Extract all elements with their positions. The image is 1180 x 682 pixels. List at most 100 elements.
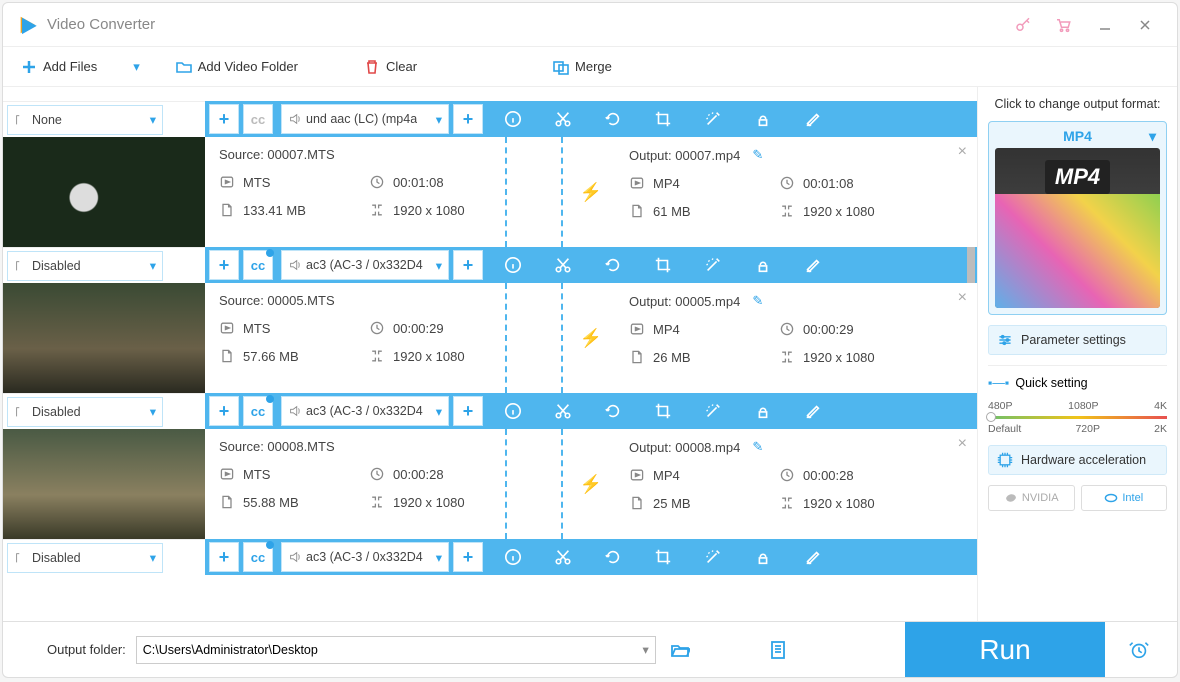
subtitle-select[interactable]: Disabled▾ (7, 397, 163, 427)
key-icon[interactable] (1009, 11, 1037, 39)
effects-icon[interactable] (703, 109, 723, 129)
chevron-down-icon: ▾ (430, 550, 442, 565)
cc-button[interactable]: cc (243, 542, 273, 572)
info-icon[interactable] (503, 547, 523, 567)
out-format: MP4 (653, 322, 680, 337)
slider-mark: 1080P (1068, 400, 1098, 412)
remove-button[interactable]: × (958, 435, 967, 453)
audio-select[interactable]: ac3 (AC-3 / 0x332D4▾ (281, 250, 449, 280)
edit-icon[interactable] (803, 255, 823, 275)
add-subtitle-button[interactable]: + (209, 542, 239, 572)
crop-icon[interactable] (653, 255, 673, 275)
app-title: Video Converter (47, 16, 1003, 33)
cut-icon[interactable] (553, 401, 573, 421)
nvidia-chip[interactable]: NVIDIA (988, 485, 1075, 511)
pencil-icon[interactable]: ✎ (752, 147, 763, 163)
close-button[interactable] (1127, 12, 1163, 38)
edit-icon[interactable] (803, 109, 823, 129)
add-files-button[interactable]: Add Files ▾ (13, 55, 148, 79)
watermark-icon[interactable] (753, 255, 773, 275)
subtitle-select[interactable]: Disabled▾ (7, 543, 163, 573)
cc-button[interactable]: cc (243, 104, 273, 134)
add-audio-button[interactable]: + (453, 250, 483, 280)
info-icon[interactable] (503, 109, 523, 129)
subtitle-select[interactable]: None ▾ (7, 105, 163, 135)
rotate-icon[interactable] (603, 547, 623, 567)
chevron-down-icon: ▾ (430, 404, 442, 419)
info-icon[interactable] (503, 401, 523, 421)
add-audio-button[interactable]: + (453, 542, 483, 572)
run-button[interactable]: Run (905, 622, 1105, 678)
watermark-icon[interactable] (753, 401, 773, 421)
hardware-accel-button[interactable]: Hardware acceleration (988, 445, 1167, 475)
remove-button[interactable]: × (958, 143, 967, 161)
cc-button[interactable]: cc (243, 250, 273, 280)
effects-icon[interactable] (703, 547, 723, 567)
crop-icon[interactable] (653, 109, 673, 129)
thumbnail[interactable] (3, 429, 205, 539)
cut-icon[interactable] (553, 255, 573, 275)
edit-icon[interactable] (803, 547, 823, 567)
subtitle-value: Disabled (32, 551, 81, 565)
audio-select[interactable]: ac3 (AC-3 / 0x332D4▾ (281, 396, 449, 426)
src-duration: 00:00:29 (393, 321, 444, 336)
info-icon[interactable] (503, 255, 523, 275)
add-subtitle-button[interactable]: + (209, 396, 239, 426)
subtitle-select[interactable]: Disabled▾ (7, 251, 163, 281)
crop-icon[interactable] (653, 401, 673, 421)
convert-icon: ⚡ (580, 328, 602, 349)
hardware-accel-label: Hardware acceleration (1021, 453, 1146, 467)
output-format-label: Click to change output format: (988, 97, 1167, 111)
audio-value: und aac (LC) (mp4a (306, 112, 417, 126)
rotate-icon[interactable] (603, 401, 623, 421)
rotate-icon[interactable] (603, 255, 623, 275)
subtitle-value: Disabled (32, 259, 81, 273)
add-audio-button[interactable]: + (453, 396, 483, 426)
cut-icon[interactable] (553, 547, 573, 567)
clear-button[interactable]: Clear (356, 55, 425, 79)
audio-select[interactable]: ac3 (AC-3 / 0x332D4▾ (281, 542, 449, 572)
row-actions: Disabled▾ + cc ac3 (AC-3 / 0x332D4▾ + (3, 539, 977, 575)
alarm-button[interactable] (1115, 622, 1163, 678)
open-folder-button[interactable] (666, 636, 694, 664)
add-folder-button[interactable]: Add Video Folder (168, 55, 306, 79)
add-files-label: Add Files (43, 59, 97, 74)
parameter-settings-button[interactable]: Parameter settings (988, 325, 1167, 355)
edit-icon[interactable] (803, 401, 823, 421)
intel-chip[interactable]: Intel (1081, 485, 1168, 511)
thumbnail[interactable] (3, 137, 205, 247)
audio-select[interactable]: und aac (LC) (mp4a ▾ (281, 104, 449, 134)
effects-icon[interactable] (703, 401, 723, 421)
chevron-down-icon: ▾ (430, 112, 442, 127)
output-format-card[interactable]: MP4▾ MP4 (988, 121, 1167, 315)
crop-icon[interactable] (653, 547, 673, 567)
minimize-button[interactable] (1087, 12, 1123, 38)
info-sheet-button[interactable] (764, 636, 792, 664)
add-subtitle-button[interactable]: + (209, 104, 239, 134)
slider-thumb[interactable] (986, 412, 996, 422)
add-files-chevron-icon[interactable]: ▾ (133, 59, 140, 75)
thumbnail[interactable] (3, 283, 205, 393)
remove-button[interactable]: × (958, 289, 967, 307)
cc-button[interactable]: cc (243, 396, 273, 426)
parameter-settings-label: Parameter settings (1021, 333, 1126, 347)
merge-button[interactable]: Merge (545, 55, 620, 79)
add-audio-button[interactable]: + (453, 104, 483, 134)
cut-icon[interactable] (553, 109, 573, 129)
quality-slider[interactable]: 480P1080P4K Default720P2K (988, 400, 1167, 435)
chevron-down-icon: ▾ (643, 642, 649, 657)
pencil-icon[interactable]: ✎ (752, 439, 763, 455)
watermark-icon[interactable] (753, 547, 773, 567)
source-label: Source: 00007.MTS (219, 147, 519, 162)
output-folder-input[interactable]: C:\Users\Administrator\Desktop ▾ (136, 636, 656, 664)
output-format-value: MP4 (1063, 128, 1092, 144)
rotate-icon[interactable] (603, 109, 623, 129)
pencil-icon[interactable]: ✎ (752, 293, 763, 309)
watermark-icon[interactable] (753, 109, 773, 129)
cart-icon[interactable] (1049, 11, 1077, 39)
merge-label: Merge (575, 59, 612, 74)
chevron-down-icon: ▾ (144, 404, 156, 419)
effects-icon[interactable] (703, 255, 723, 275)
add-subtitle-button[interactable]: + (209, 250, 239, 280)
output-label: Output: 00007.mp4 (629, 148, 740, 163)
